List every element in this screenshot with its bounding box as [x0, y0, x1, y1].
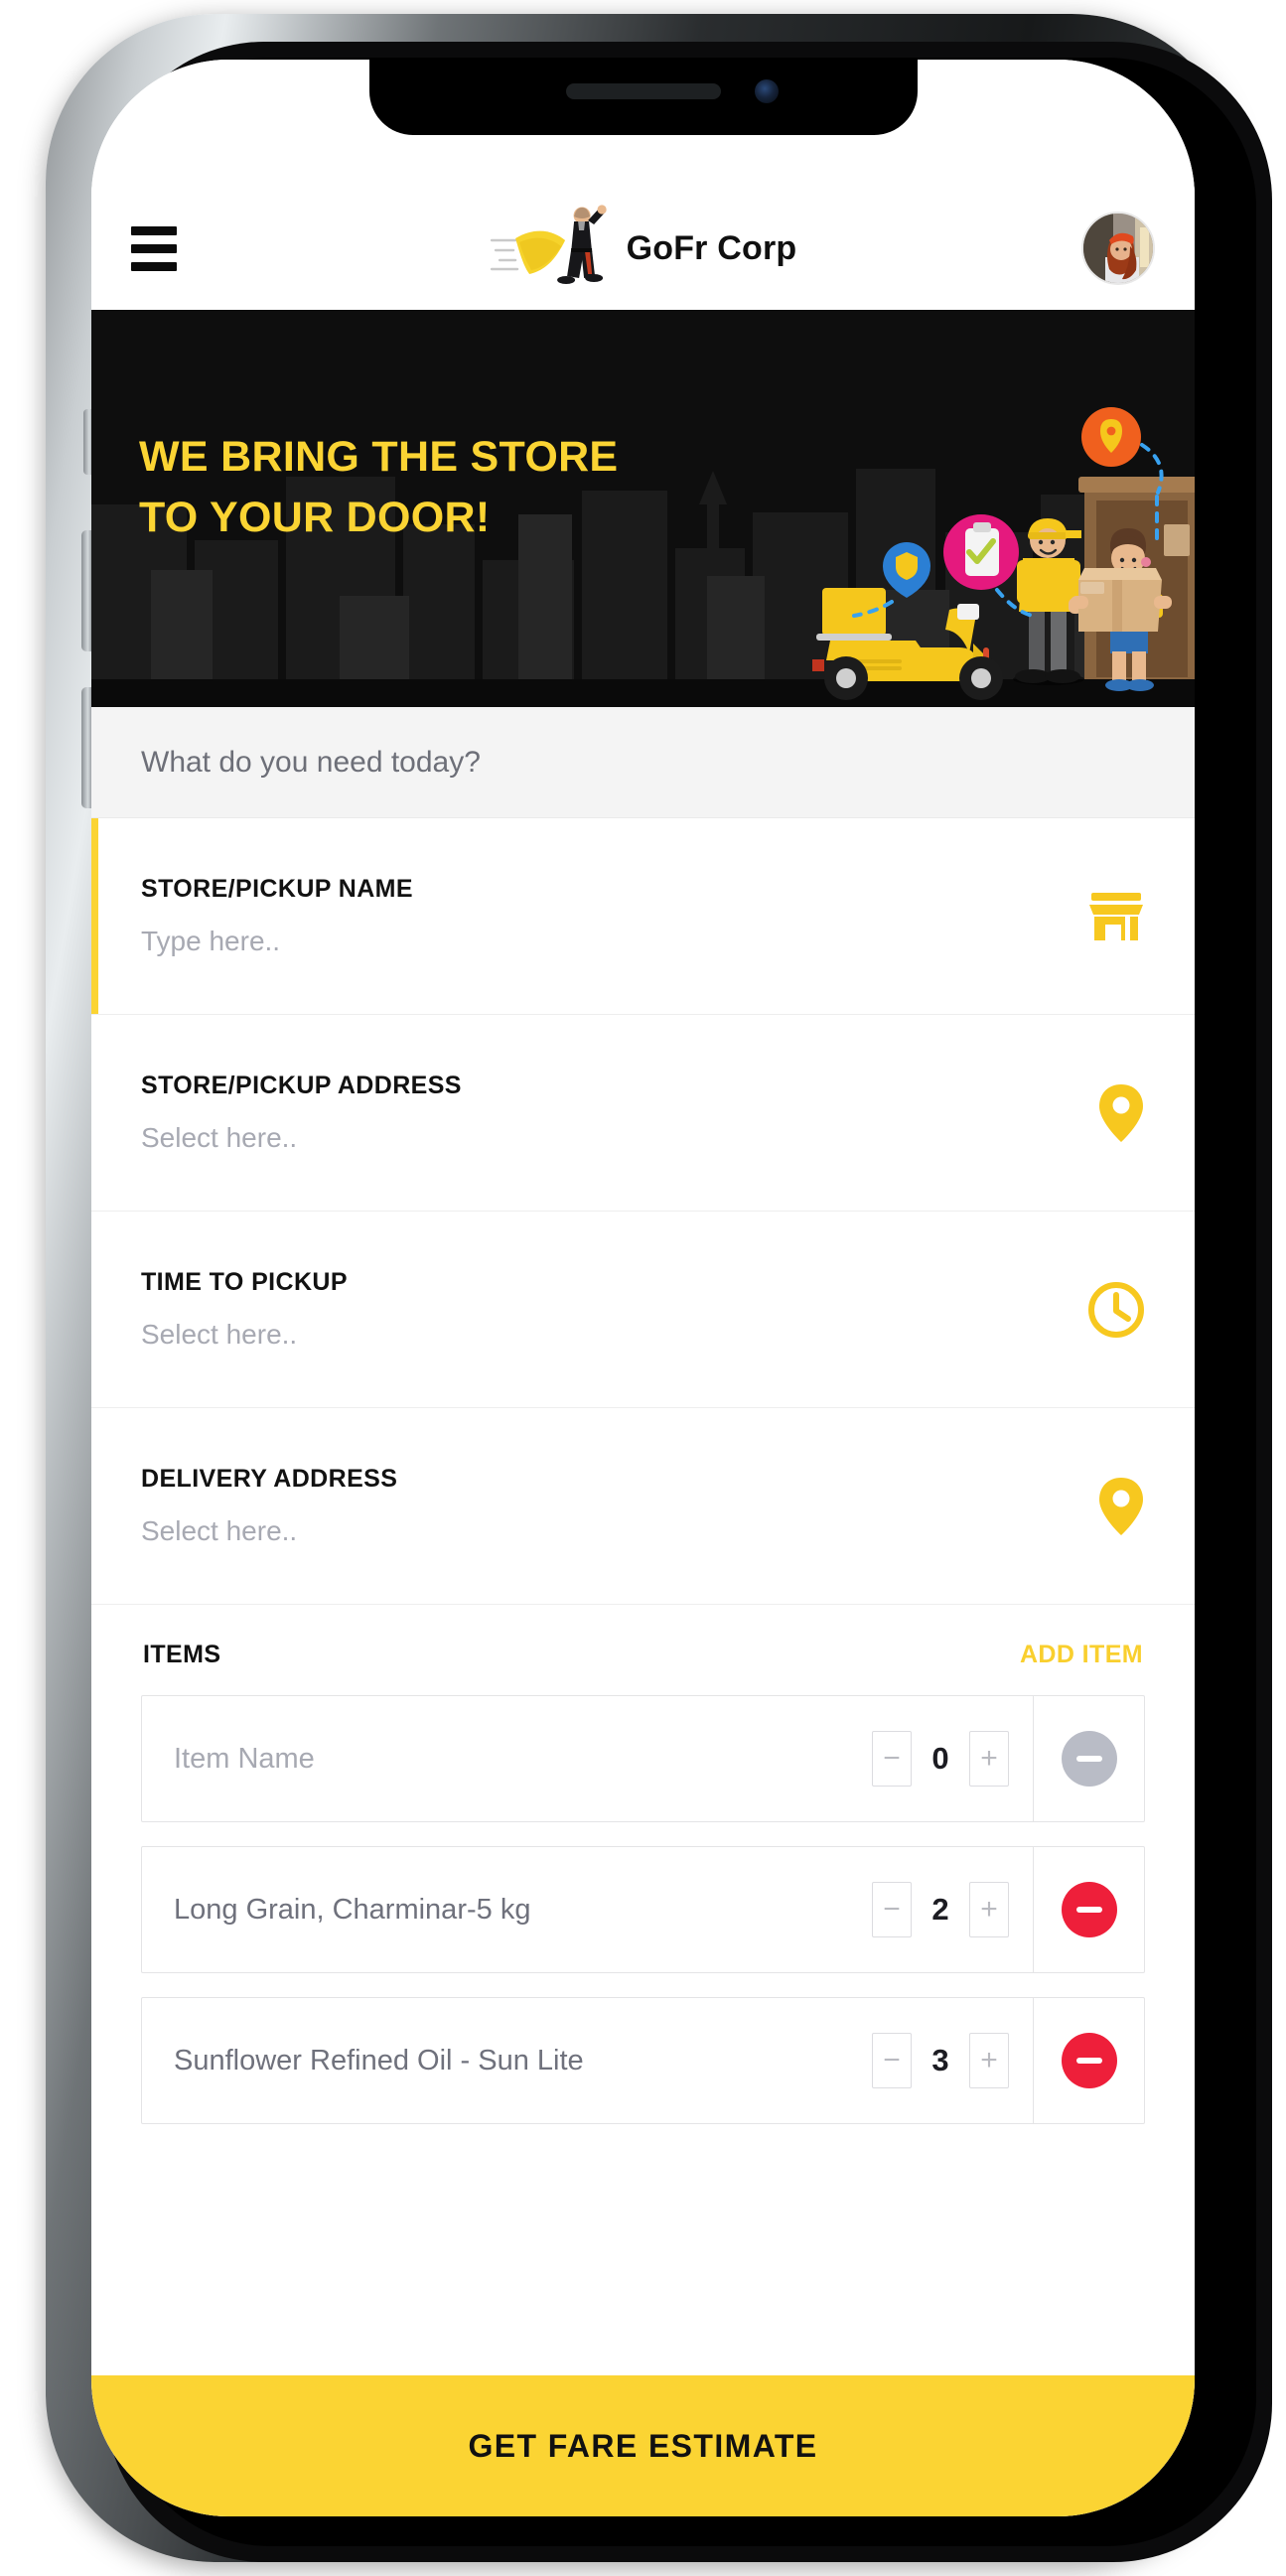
field-store-pickup-address[interactable]: STORE/PICKUP ADDRESS Select here.. [91, 1015, 1195, 1212]
field-label: TIME TO PICKUP [141, 1268, 348, 1296]
hero-headline-line1: WE BRING THE STORE [139, 433, 619, 481]
brand: GoFr Corp [490, 201, 797, 296]
item-row-main: Sunflower Refined Oil - Sun Lite − 3 + [142, 1998, 1033, 2123]
item-name-input[interactable]: Item Name [174, 1743, 315, 1776]
quantity-value: 2 [931, 1892, 949, 1927]
item-name-input[interactable]: Sunflower Refined Oil - Sun Lite [174, 2045, 584, 2077]
remove-item-button[interactable] [1061, 1882, 1117, 1937]
hero-headline-line2: TO YOUR DOOR! [139, 494, 491, 542]
quantity-value: 3 [931, 2043, 949, 2077]
field-delivery-address[interactable]: DELIVERY ADDRESS Select here.. [91, 1408, 1195, 1605]
decrement-button[interactable]: − [872, 2033, 912, 2088]
field-label: DELIVERY ADDRESS [141, 1465, 398, 1493]
item-remove-cell [1033, 1696, 1144, 1821]
increment-button[interactable]: + [969, 2033, 1009, 2088]
items-header: ITEMS ADD ITEM [141, 1633, 1145, 1695]
speaker-grille-icon [565, 83, 721, 99]
hamburger-menu-icon[interactable] [131, 225, 181, 271]
delivery-address-select[interactable]: Select here.. [141, 1515, 1068, 1547]
item-row-main: Long Grain, Charminar-5 kg − 2 + [142, 1847, 1033, 1972]
remove-item-button[interactable] [1061, 2033, 1117, 2088]
store-pickup-address-select[interactable]: Select here.. [141, 1122, 1068, 1154]
increment-button[interactable]: + [969, 1731, 1009, 1787]
item-row-main: Item Name − 0 + [142, 1696, 1033, 1821]
screenshot-stage: GoFr Corp WE BRING THE STORE TO YOUR DOO… [0, 0, 1286, 2576]
items-section: ITEMS ADD ITEM Item Name − 0 + Long Grai… [91, 1605, 1195, 2375]
decrement-button[interactable]: − [872, 1731, 912, 1787]
app-header: GoFr Corp [91, 187, 1195, 310]
add-item-button[interactable]: ADD ITEM [1020, 1641, 1143, 1669]
field-store-pickup-name[interactable]: STORE/PICKUP NAME Type here.. [91, 818, 1195, 1015]
item-name-input[interactable]: Long Grain, Charminar-5 kg [174, 1894, 530, 1927]
prompt-text: What do you need today? [141, 745, 481, 779]
quantity-stepper: − 2 + [872, 1882, 1009, 1937]
superhero-running-logo-icon [490, 205, 607, 284]
get-fare-estimate-button[interactable]: GET FARE ESTIMATE [91, 2375, 1195, 2516]
item-row: Sunflower Refined Oil - Sun Lite − 3 + [141, 1997, 1145, 2124]
quantity-value: 0 [931, 1741, 949, 1776]
increment-button[interactable]: + [969, 1882, 1009, 1937]
remove-item-button [1061, 1731, 1117, 1787]
store-icon [1068, 891, 1145, 942]
time-to-pickup-select[interactable]: Select here.. [141, 1319, 1068, 1351]
map-pin-icon [1068, 1476, 1145, 1537]
form-fields: STORE/PICKUP NAME Type here.. STORE/PICK… [91, 818, 1195, 1605]
item-remove-cell [1033, 1998, 1144, 2123]
phone-screen: GoFr Corp WE BRING THE STORE TO YOUR DOO… [91, 60, 1195, 2516]
hero-copy: WE BRING THE STORE TO YOUR DOOR! [139, 427, 618, 548]
field-time-to-pickup[interactable]: TIME TO PICKUP Select here.. [91, 1212, 1195, 1408]
store-pickup-name-input[interactable]: Type here.. [141, 926, 1068, 957]
items-title: ITEMS [143, 1641, 221, 1668]
avatar[interactable] [1081, 212, 1155, 285]
clock-icon [1068, 1281, 1145, 1339]
brand-name: GoFr Corp [626, 228, 797, 267]
item-remove-cell [1033, 1847, 1144, 1972]
prompt-bar: What do you need today? [91, 707, 1195, 818]
item-row: Item Name − 0 + [141, 1695, 1145, 1822]
quantity-stepper: − 0 + [872, 1731, 1009, 1787]
map-pin-icon [1068, 1082, 1145, 1144]
hero-banner: WE BRING THE STORE TO YOUR DOOR! [91, 310, 1195, 707]
item-row: Long Grain, Charminar-5 kg − 2 + [141, 1846, 1145, 1973]
app-root: GoFr Corp WE BRING THE STORE TO YOUR DOO… [91, 60, 1195, 2516]
get-fare-estimate-label: GET FARE ESTIMATE [468, 2427, 818, 2464]
field-label: STORE/PICKUP ADDRESS [141, 1072, 462, 1099]
field-label: STORE/PICKUP NAME [141, 875, 413, 903]
decrement-button[interactable]: − [872, 1882, 912, 1937]
front-camera-icon [754, 79, 779, 103]
quantity-stepper: − 3 + [872, 2033, 1009, 2088]
